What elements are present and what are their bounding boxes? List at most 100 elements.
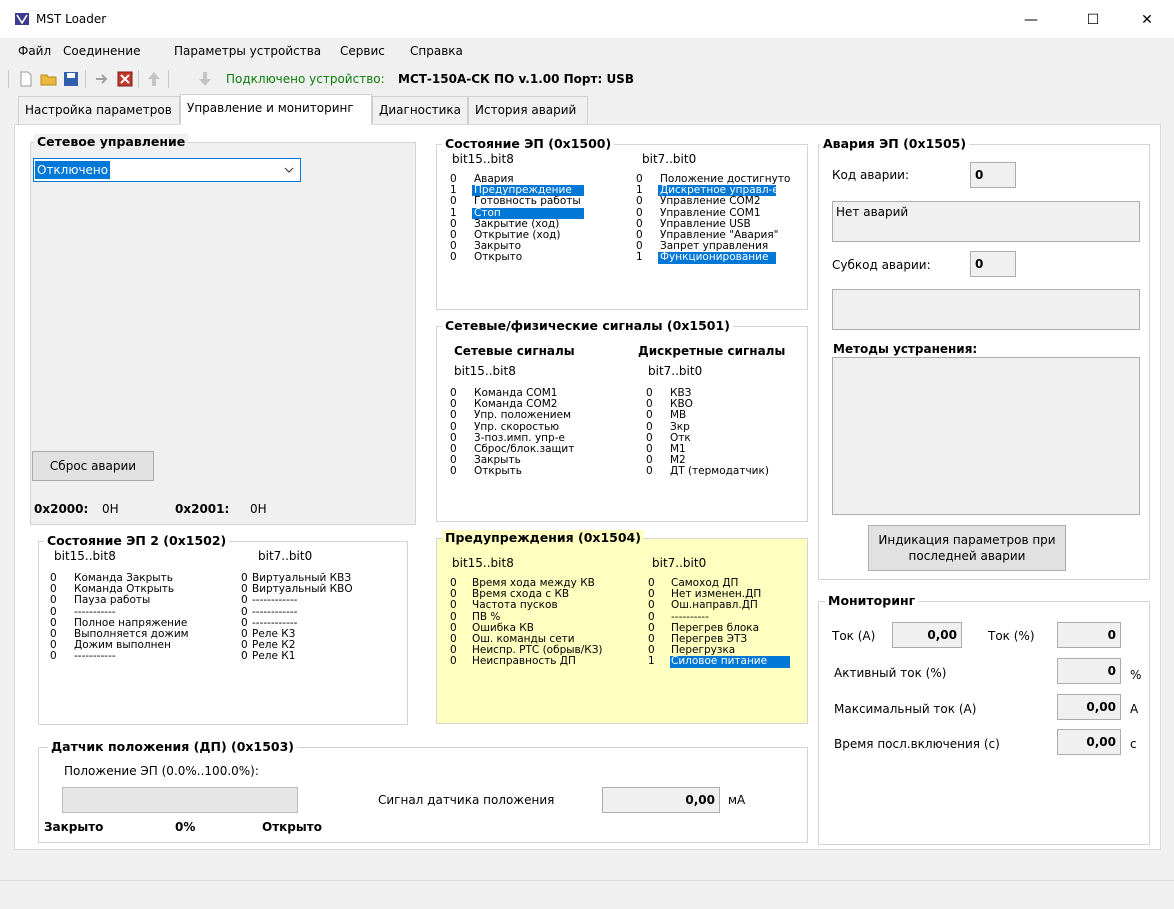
list-item: 0 Зкр [646,420,690,433]
tab-control-monitoring[interactable]: Управление и мониторинг [180,94,372,125]
max-current-value: 0,00 [1086,700,1116,714]
max-current-unit: А [1130,702,1139,716]
connection-status-label: Подключено устройство: [226,72,385,86]
list-item: 0 Пауза работы [50,594,151,607]
state-title: Состояние ЭП (0x1500) [442,136,615,151]
state-low-list: 0 Положение достигнуто 1 Дискретное управл… [636,173,792,264]
state-high-list: 0 Авария 1 Предупреждение 0 Готовность рабо… [450,173,584,264]
list-item: 0 ДТ (термодатчик) [646,465,769,478]
methods-field [832,357,1140,515]
list-item: 1 Функционирование [636,252,792,264]
list-item: 0 Отк [646,431,691,444]
current-a-label: Ток (А) [832,629,876,643]
toolbar-separator-3 [168,70,169,88]
menu-connection[interactable]: Соединение [63,44,140,58]
net-control-title: Сетевое управление [34,134,189,149]
position-percent: 0% [175,820,196,834]
warnings-high-list: 0 Время хода между КВ 0 Время схода с КВ 0… [450,577,603,668]
list-item: 0 КВЗ [646,387,692,399]
alarm-code-value: 0 [975,168,984,182]
signals-col2-header: bit7..bit0 [648,364,703,378]
warnings-title: Предупреждения (0x1504) [442,530,644,545]
sensor-signal-label: Сигнал датчика положения [378,793,555,807]
tab-alarm-history[interactable]: История аварий [468,96,588,124]
toolbar-grip [8,70,9,88]
tab-settings[interactable]: Настройка параметров [18,96,180,124]
alarm-code-field: 0 [970,162,1016,188]
current-a-value: 0,00 [927,628,957,642]
state2-low-list: 0 Виртуальный КВЗ 0 Виртуальный КВО 0 -----… [241,572,353,663]
discrete-signals-list: 0 КВЗ 0 КВО 0 МВ 0 Зкр 0 Отк 0 М1 0 М2 0 ДТ (тер… [646,387,769,478]
sensor-signal-value: 0,00 [685,793,715,807]
net-signals-header: Сетевые сигналы [454,344,575,358]
current-pct-label: Ток (%) [988,629,1035,643]
list-item: 0 МВ [646,409,687,422]
signals-col1-header: bit15..bit8 [454,364,516,378]
menu-service[interactable]: Сервис [340,44,385,58]
last-on-time-label: Время посл.включения (с) [834,737,1000,751]
list-item: 0 Ош.направл.ДП [648,599,758,612]
register-2000-label: 0x2000: [34,502,89,516]
open-label: Открыто [262,820,322,834]
alarm-message-field: Нет аварий [832,201,1140,242]
window-title: MST Loader [36,12,107,26]
upload-arrow-icon[interactable] [145,70,163,88]
maximize-button[interactable]: ☐ [1070,6,1116,34]
sensor-signal-field: 0,00 [602,787,720,813]
tab-diagnostics[interactable]: Диагностика [372,96,468,124]
chevron-down-icon [284,167,294,173]
open-folder-icon[interactable] [40,70,58,88]
max-current-field: 0,00 [1057,694,1121,720]
last-alarm-params-button[interactable]: Индикация параметров при последней авари… [868,525,1066,571]
toolbar-separator-2 [138,70,139,88]
reset-alarm-button[interactable]: Сброс аварии [32,451,154,481]
active-current-value: 0 [1107,664,1116,678]
app-logo-icon [15,13,29,25]
connect-icon[interactable] [93,70,111,88]
list-item: 1 Силовое питание [648,656,790,668]
minimize-button[interactable]: — [1008,6,1054,34]
sensor-signal-unit: мА [728,793,746,807]
state-col1-header: bit15..bit8 [452,152,514,166]
register-2001-value: 0H [250,502,267,516]
state-col2-header: bit7..bit0 [642,152,697,166]
state2-title: Состояние ЭП 2 (0x1502) [44,533,230,548]
save-icon[interactable] [62,70,80,88]
last-on-time-field: 0,00 [1057,729,1121,755]
signals-title: Сетевые/физические сигналы (0x1501) [442,318,733,333]
list-item: 0 Управление COM2 [636,195,761,208]
last-on-time-value: 0,00 [1086,735,1116,749]
menu-file[interactable]: Файл [18,44,51,58]
list-item: 0 Открыть [450,465,522,478]
closed-label: Закрыто [44,820,104,834]
list-item: 0 Открыто [450,251,523,264]
list-item: 0 Дожим выполнен [50,639,171,652]
menu-help[interactable]: Справка [410,44,463,58]
warnings-col2-header: bit7..bit0 [652,556,707,570]
alarm-code-label: Код аварии: [832,168,910,182]
active-current-field: 0 [1057,658,1121,684]
status-bar [0,880,1174,909]
menu-device-params[interactable]: Параметры устройства [174,44,321,58]
alarm-title: Авария ЭП (0x1505) [820,136,970,151]
net-signals-list: 0 Команда COM1 0 Команда COM2 0 Упр. положе… [450,387,574,478]
new-file-icon[interactable] [17,70,35,88]
close-button[interactable]: ✕ [1124,6,1170,34]
download-arrow-icon[interactable] [196,70,214,88]
title-bar: MST Loader [0,0,1174,38]
warnings-low-list: 0 Самоход ДП 0 Нет изменен.ДП 0 Ош.направл.… [648,577,790,668]
list-item: 0 Готовность работы [450,195,581,208]
net-control-selected: Отключено [35,161,111,179]
active-current-label: Активный ток (%) [834,666,947,680]
max-current-label: Максимальный ток (А) [834,702,977,716]
state2-col2-header: bit7..bit0 [258,549,313,563]
warnings-col1-header: bit15..bit8 [452,556,514,570]
list-item: 0 Неисправность ДП [450,655,576,668]
disconnect-icon[interactable] [116,70,134,88]
sensor-title: Датчик положения (ДП) (0x1503) [48,739,297,754]
net-control-select[interactable]: Отключено [33,158,301,182]
discrete-signals-header: Дискретные сигналы [638,344,786,358]
list-item: 0 ----------- [50,650,116,663]
list-item: 0 М1 [646,443,686,456]
toolbar-separator [85,70,86,88]
